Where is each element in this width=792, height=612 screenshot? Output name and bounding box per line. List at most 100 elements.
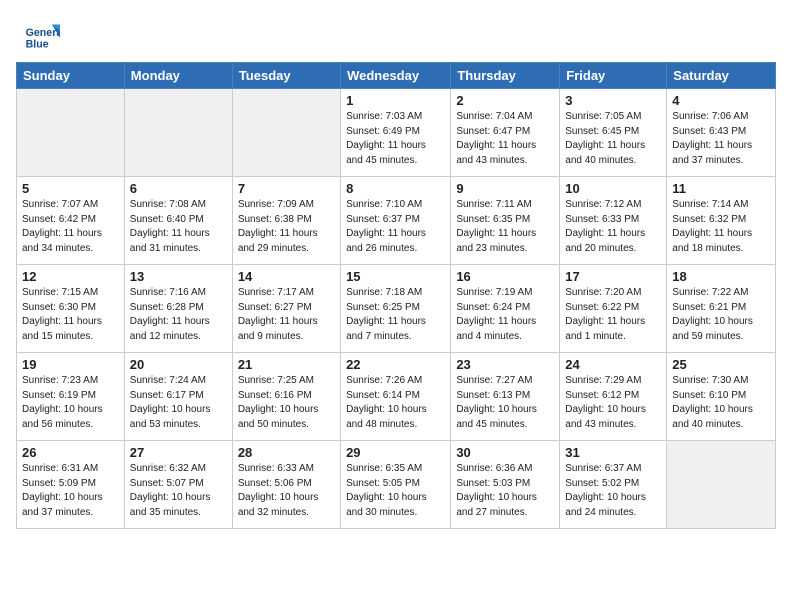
svg-text:Blue: Blue [26,38,49,50]
day-header-saturday: Saturday [667,63,776,89]
calendar-cell: 2Sunrise: 7:04 AM Sunset: 6:47 PM Daylig… [451,89,560,177]
calendar-cell: 21Sunrise: 7:25 AM Sunset: 6:16 PM Dayli… [232,353,340,441]
calendar-cell: 20 Sunrise: 7:24 AM Sunset: 6:17 PM Dayli… [124,353,232,441]
day-info: Sunrise: 7:25 AM Sunset: 6:16 PM Dayligh… [238,374,335,432]
day-number: 1 [346,93,445,108]
calendar-cell: 6Sunrise: 7:08 AM Sunset: 6:40 PM Daylig… [124,177,232,265]
calendar-cell: 1Sunrise: 7:03 AM Sunset: 6:49 PM Daylig… [341,89,451,177]
day-number: 24 [565,357,661,372]
header: General Blue [0,0,792,62]
day-number: 30 [456,445,554,460]
day-number: 6 [130,181,227,196]
day-info: Sunrise: 6:32 AM Sunset: 5:07 PM Dayligh… [130,462,227,520]
calendar-cell: 15Sunrise: 7:18 AM Sunset: 6:25 PM Dayli… [341,265,451,353]
day-number: 15 [346,269,445,284]
day-info: Sunrise: 7:19 AM Sunset: 6:24 PM Dayligh… [456,286,554,344]
page-wrapper: General Blue SundayMondayTuesdayWednesda… [0,0,792,529]
day-number: 25 [672,357,770,372]
day-number: 9 [456,181,554,196]
calendar-cell: 13 Sunrise: 7:16 AM Sunset: 6:28 PM Dayli… [124,265,232,353]
day-number: 31 [565,445,661,460]
day-info: Sunrise: 7:27 AM Sunset: 6:13 PM Dayligh… [456,374,554,432]
calendar-cell: 9 Sunrise: 7:11 AM Sunset: 6:35 PM Daylig… [451,177,560,265]
logo: General Blue [24,18,60,54]
day-number: 13 [130,269,227,284]
day-number: 7 [238,181,335,196]
calendar-week-4: 19 Sunrise: 7:23 AM Sunset: 6:19 PM Dayli… [17,353,776,441]
day-number: 18 [672,269,770,284]
calendar-cell: 16Sunrise: 7:19 AM Sunset: 6:24 PM Dayli… [451,265,560,353]
day-info: Sunrise: 7:07 AM Sunset: 6:42 PM Dayligh… [22,198,119,256]
calendar-cell: 8 Sunrise: 7:10 AM Sunset: 6:37 PM Daylig… [341,177,451,265]
day-number: 11 [672,181,770,196]
calendar-cell: 29Sunrise: 6:35 AM Sunset: 5:05 PM Dayli… [341,441,451,529]
calendar-table: SundayMondayTuesdayWednesdayThursdayFrid… [16,62,776,529]
calendar-cell: 24 Sunrise: 7:29 AM Sunset: 6:12 PM Dayli… [560,353,667,441]
day-info: Sunrise: 6:31 AM Sunset: 5:09 PM Dayligh… [22,462,119,520]
day-info: Sunrise: 7:24 AM Sunset: 6:17 PM Dayligh… [130,374,227,432]
day-info: Sunrise: 7:20 AM Sunset: 6:22 PM Dayligh… [565,286,661,344]
day-info: Sunrise: 7:10 AM Sunset: 6:37 PM Dayligh… [346,198,445,256]
day-info: Sunrise: 7:30 AM Sunset: 6:10 PM Dayligh… [672,374,770,432]
day-number: 26 [22,445,119,460]
day-number: 4 [672,93,770,108]
day-number: 27 [130,445,227,460]
calendar-cell: 5 Sunrise: 7:07 AM Sunset: 6:42 PM Daylig… [17,177,125,265]
day-number: 5 [22,181,119,196]
calendar-cell [667,441,776,529]
day-info: Sunrise: 7:04 AM Sunset: 6:47 PM Dayligh… [456,110,554,168]
calendar-cell [124,89,232,177]
day-info: Sunrise: 7:26 AM Sunset: 6:14 PM Dayligh… [346,374,445,432]
calendar-cell: 22Sunrise: 7:26 AM Sunset: 6:14 PM Dayli… [341,353,451,441]
day-info: Sunrise: 7:15 AM Sunset: 6:30 PM Dayligh… [22,286,119,344]
day-header-friday: Friday [560,63,667,89]
calendar-cell: 3 Sunrise: 7:05 AM Sunset: 6:45 PM Daylig… [560,89,667,177]
calendar-week-1: 1Sunrise: 7:03 AM Sunset: 6:49 PM Daylig… [17,89,776,177]
day-info: Sunrise: 6:36 AM Sunset: 5:03 PM Dayligh… [456,462,554,520]
calendar-cell [17,89,125,177]
calendar-cell: 10 Sunrise: 7:12 AM Sunset: 6:33 PM Dayli… [560,177,667,265]
day-header-tuesday: Tuesday [232,63,340,89]
day-number: 19 [22,357,119,372]
calendar-cell: 18Sunrise: 7:22 AM Sunset: 6:21 PM Dayli… [667,265,776,353]
calendar-week-2: 5 Sunrise: 7:07 AM Sunset: 6:42 PM Daylig… [17,177,776,265]
calendar-cell: 14Sunrise: 7:17 AM Sunset: 6:27 PM Dayli… [232,265,340,353]
calendar-cell: 19 Sunrise: 7:23 AM Sunset: 6:19 PM Dayli… [17,353,125,441]
day-number: 3 [565,93,661,108]
day-number: 8 [346,181,445,196]
day-info: Sunrise: 7:16 AM Sunset: 6:28 PM Dayligh… [130,286,227,344]
day-info: Sunrise: 7:09 AM Sunset: 6:38 PM Dayligh… [238,198,335,256]
calendar-week-3: 12 Sunrise: 7:15 AM Sunset: 6:30 PM Dayli… [17,265,776,353]
logo-icon: General Blue [24,18,60,54]
day-number: 28 [238,445,335,460]
calendar-cell: 12 Sunrise: 7:15 AM Sunset: 6:30 PM Dayli… [17,265,125,353]
calendar-cell: 25 Sunrise: 7:30 AM Sunset: 6:10 PM Dayli… [667,353,776,441]
day-header-sunday: Sunday [17,63,125,89]
day-number: 17 [565,269,661,284]
calendar-cell: 4 Sunrise: 7:06 AM Sunset: 6:43 PM Daylig… [667,89,776,177]
day-number: 20 [130,357,227,372]
calendar-cell: 17 Sunrise: 7:20 AM Sunset: 6:22 PM Dayli… [560,265,667,353]
day-info: Sunrise: 6:37 AM Sunset: 5:02 PM Dayligh… [565,462,661,520]
calendar-cell: 27 Sunrise: 6:32 AM Sunset: 5:07 PM Dayli… [124,441,232,529]
day-header-monday: Monday [124,63,232,89]
day-info: Sunrise: 7:06 AM Sunset: 6:43 PM Dayligh… [672,110,770,168]
day-info: Sunrise: 7:11 AM Sunset: 6:35 PM Dayligh… [456,198,554,256]
day-info: Sunrise: 7:14 AM Sunset: 6:32 PM Dayligh… [672,198,770,256]
day-info: Sunrise: 7:29 AM Sunset: 6:12 PM Dayligh… [565,374,661,432]
calendar-cell: 26 Sunrise: 6:31 AM Sunset: 5:09 PM Dayli… [17,441,125,529]
calendar-cell: 30 Sunrise: 6:36 AM Sunset: 5:03 PM Dayli… [451,441,560,529]
calendar-cell: 7 Sunrise: 7:09 AM Sunset: 6:38 PM Daylig… [232,177,340,265]
day-info: Sunrise: 7:05 AM Sunset: 6:45 PM Dayligh… [565,110,661,168]
calendar-cell: 23Sunrise: 7:27 AM Sunset: 6:13 PM Dayli… [451,353,560,441]
day-info: Sunrise: 7:17 AM Sunset: 6:27 PM Dayligh… [238,286,335,344]
calendar-cell [232,89,340,177]
day-number: 10 [565,181,661,196]
calendar-cell: 31 Sunrise: 6:37 AM Sunset: 5:02 PM Dayli… [560,441,667,529]
calendar-cell: 28Sunrise: 6:33 AM Sunset: 5:06 PM Dayli… [232,441,340,529]
day-info: Sunrise: 7:23 AM Sunset: 6:19 PM Dayligh… [22,374,119,432]
day-header-wednesday: Wednesday [341,63,451,89]
day-info: Sunrise: 7:12 AM Sunset: 6:33 PM Dayligh… [565,198,661,256]
calendar-week-5: 26 Sunrise: 6:31 AM Sunset: 5:09 PM Dayli… [17,441,776,529]
day-number: 12 [22,269,119,284]
